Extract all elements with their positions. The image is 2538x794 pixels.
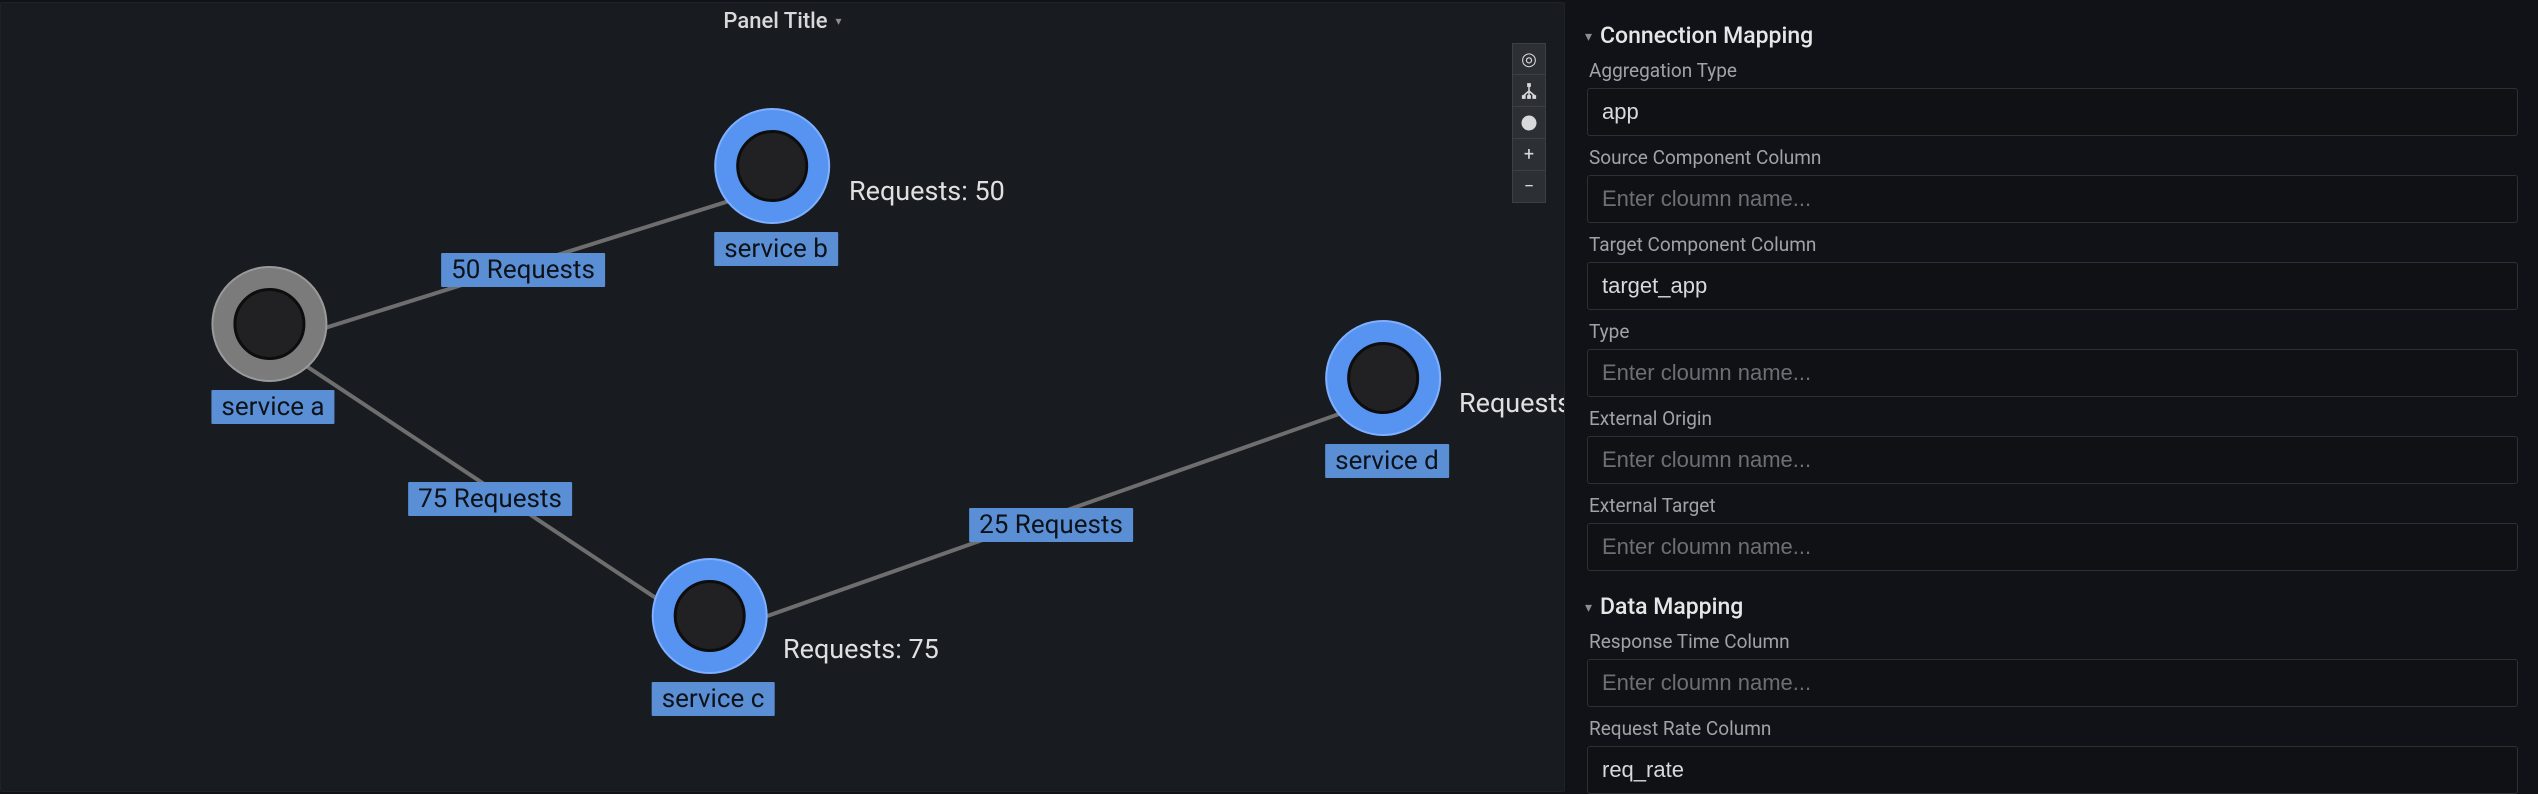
node-donut-c <box>652 558 768 674</box>
target-component-input[interactable] <box>1587 262 2518 310</box>
chevron-down-icon: ▾ <box>1585 600 1592 616</box>
field-label-external-origin: External Origin <box>1589 407 2518 430</box>
field-label-external-target: External Target <box>1589 494 2518 517</box>
node-label-d: service d <box>1325 444 1449 478</box>
zoom-out-button[interactable]: − <box>1512 171 1546 203</box>
history-button[interactable] <box>1512 107 1546 139</box>
type-input[interactable] <box>1587 349 2518 397</box>
tree-icon <box>1520 82 1538 100</box>
graph-canvas[interactable]: 50 Requests 75 Requests 25 Requests serv… <box>1 39 1564 791</box>
node-service-b[interactable]: service b <box>714 108 838 266</box>
edge-label-ac: 75 Requests <box>408 482 572 516</box>
field-label-aggregation-type: Aggregation Type <box>1589 59 2518 82</box>
node-requests-c: Requests: 75 <box>783 633 939 665</box>
edge-label-ab: 50 Requests <box>441 253 605 287</box>
options-sidebar: ▾ Connection Mapping Aggregation Type So… <box>1565 0 2538 794</box>
section-connection-mapping[interactable]: ▾ Connection Mapping <box>1585 22 2518 49</box>
node-label-b: service b <box>714 232 838 266</box>
zoom-in-button[interactable]: + <box>1512 139 1546 171</box>
node-service-c[interactable]: service c <box>652 558 775 716</box>
panel-title-text: Panel Title <box>723 9 827 34</box>
field-label-response-time: Response Time Column <box>1589 630 2518 653</box>
source-component-input[interactable] <box>1587 175 2518 223</box>
section-title: Data Mapping <box>1600 593 1743 620</box>
node-service-d[interactable]: service d <box>1325 320 1449 478</box>
external-target-input[interactable] <box>1587 523 2518 571</box>
aggregation-type-input[interactable] <box>1587 88 2518 136</box>
chevron-down-icon: ▾ <box>1585 29 1592 45</box>
field-label-source-component: Source Component Column <box>1589 146 2518 169</box>
field-label-request-rate: Request Rate Column <box>1589 717 2518 740</box>
clock-icon <box>1520 114 1538 132</box>
node-label-a: service a <box>211 390 334 424</box>
graph-toolbar: ◎ + − <box>1512 43 1546 203</box>
target-icon: ◎ <box>1521 49 1537 70</box>
plus-icon: + <box>1524 144 1534 165</box>
external-origin-input[interactable] <box>1587 436 2518 484</box>
layout-tree-button[interactable] <box>1512 75 1546 107</box>
panel-header: Panel Title ▾ <box>1 3 1564 39</box>
edge-label-cd: 25 Requests <box>969 508 1133 542</box>
field-label-target-component: Target Component Column <box>1589 233 2518 256</box>
node-requests-d: Requests: <box>1459 387 1564 419</box>
panel-title-dropdown[interactable]: Panel Title ▾ <box>723 9 841 34</box>
node-requests-b: Requests: 50 <box>849 175 1005 207</box>
chevron-down-icon: ▾ <box>836 14 842 28</box>
response-time-input[interactable] <box>1587 659 2518 707</box>
node-donut-d <box>1325 320 1441 436</box>
minus-icon: − <box>1524 176 1534 197</box>
node-donut-a <box>211 266 327 382</box>
node-donut-b <box>714 108 830 224</box>
request-rate-input[interactable] <box>1587 746 2518 794</box>
section-data-mapping[interactable]: ▾ Data Mapping <box>1585 593 2518 620</box>
section-title: Connection Mapping <box>1600 22 1813 49</box>
field-label-type: Type <box>1589 320 2518 343</box>
recenter-button[interactable]: ◎ <box>1512 43 1546 75</box>
node-service-a[interactable]: service a <box>211 266 334 424</box>
visualization-panel: Panel Title ▾ 50 Requests 75 Requests 25… <box>0 2 1565 792</box>
node-label-c: service c <box>652 682 775 716</box>
